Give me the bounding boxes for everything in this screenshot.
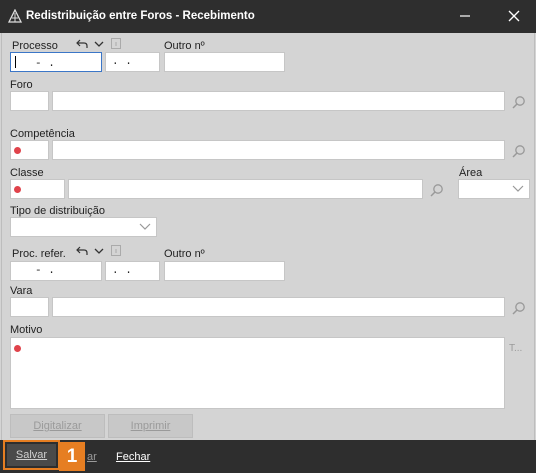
window-title: Redistribuição entre Foros - Recebimento	[26, 10, 255, 22]
step-badge: 1	[59, 442, 85, 471]
foro-label: Foro	[10, 79, 33, 91]
area-label: Área	[459, 167, 483, 179]
vara-label: Vara	[10, 285, 33, 297]
minimize-icon	[460, 15, 470, 17]
search-icon[interactable]	[512, 301, 526, 315]
tipo-distribuicao-label: Tipo de distribuição	[10, 205, 105, 217]
salvar-highlight: Salvar	[3, 440, 60, 470]
proc-refer-suffix-input[interactable]: . .	[105, 261, 160, 281]
processo-input[interactable]: - .	[10, 52, 102, 72]
app-logo-icon	[8, 9, 22, 23]
outro-no-2-input[interactable]	[164, 261, 285, 281]
chevron-down-icon	[139, 223, 151, 230]
undo-icon[interactable]	[76, 246, 88, 256]
processo-label: Processo	[12, 40, 58, 52]
required-indicator	[14, 147, 21, 154]
partial-button-label[interactable]: ar	[87, 446, 97, 468]
vara-name-input[interactable]	[52, 297, 505, 317]
fechar-button[interactable]: Fechar	[116, 446, 150, 468]
required-indicator	[14, 186, 21, 193]
chevron-down-icon[interactable]	[94, 40, 104, 48]
undo-icon[interactable]	[76, 39, 88, 49]
classe-name-input[interactable]	[68, 179, 423, 199]
outro-no-2-label: Outro nº	[164, 248, 205, 260]
proc-refer-input[interactable]: - .	[10, 261, 102, 281]
competencia-name-input[interactable]	[52, 140, 505, 160]
classe-label: Classe	[10, 167, 44, 179]
chevron-down-icon	[512, 185, 524, 192]
search-icon[interactable]	[512, 144, 526, 158]
motivo-textarea[interactable]	[10, 337, 505, 409]
foro-code-input[interactable]	[10, 91, 49, 111]
foro-name-input[interactable]	[52, 91, 505, 111]
tipo-distribuicao-select[interactable]	[10, 217, 157, 237]
info-icon[interactable]	[111, 245, 121, 256]
processo-suffix-input[interactable]: . .	[105, 52, 160, 72]
vara-code-input[interactable]	[10, 297, 49, 317]
area-select[interactable]	[458, 179, 530, 199]
search-icon[interactable]	[430, 183, 444, 197]
text-expand-button[interactable]: T...	[509, 343, 522, 354]
close-button[interactable]	[496, 0, 532, 33]
minimize-button[interactable]	[447, 0, 483, 33]
competencia-label: Competência	[10, 128, 75, 140]
close-icon	[508, 10, 520, 22]
required-indicator	[14, 345, 21, 352]
search-icon[interactable]	[512, 95, 526, 109]
digitalizar-button[interactable]: Digitalizar	[10, 414, 105, 438]
title-bar: Redistribuição entre Foros - Recebimento	[0, 0, 536, 33]
motivo-label: Motivo	[10, 324, 43, 336]
chevron-down-icon[interactable]	[94, 247, 104, 255]
info-icon[interactable]	[111, 38, 121, 49]
proc-refer-label: Proc. refer.	[12, 248, 66, 260]
outro-no-label: Outro nº	[164, 40, 205, 52]
salvar-button[interactable]: Salvar	[7, 444, 56, 466]
imprimir-button[interactable]: Imprimir	[108, 414, 193, 438]
outro-no-input[interactable]	[164, 52, 285, 72]
